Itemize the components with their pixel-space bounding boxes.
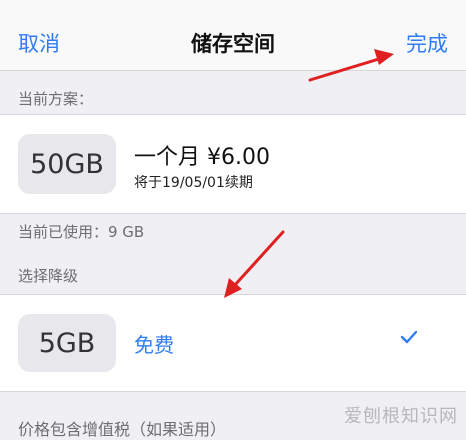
current-plan-header: 当前方案：: [18, 90, 94, 108]
arrow-to-option-icon: [224, 230, 285, 298]
footer-note: 价格包含增值税（如果适用）: [18, 420, 227, 439]
done-button[interactable]: 完成: [406, 28, 448, 58]
current-plan-renewal: 将于19/05/01续期: [134, 175, 253, 191]
downgrade-header: 选择降级: [18, 267, 79, 285]
page-title: 储存空间: [191, 32, 275, 56]
option-price: 免费: [134, 333, 174, 357]
option-storage-tile: 5GB: [18, 314, 116, 372]
usage-text: 当前已使用：9 GB: [18, 223, 145, 241]
checkmark-icon: [400, 330, 418, 344]
current-plan-card: 50GB 一个月 ¥6.00 将于19/05/01续期: [0, 114, 466, 214]
navigation-bar: 取消 储存空间 完成: [0, 0, 466, 71]
current-plan-price: 一个月 ¥6.00: [134, 145, 270, 170]
current-storage-tile: 50GB: [18, 134, 116, 194]
downgrade-option-5gb[interactable]: 5GB 免费: [0, 294, 466, 392]
watermark: 爱刨根知识网: [344, 406, 458, 427]
